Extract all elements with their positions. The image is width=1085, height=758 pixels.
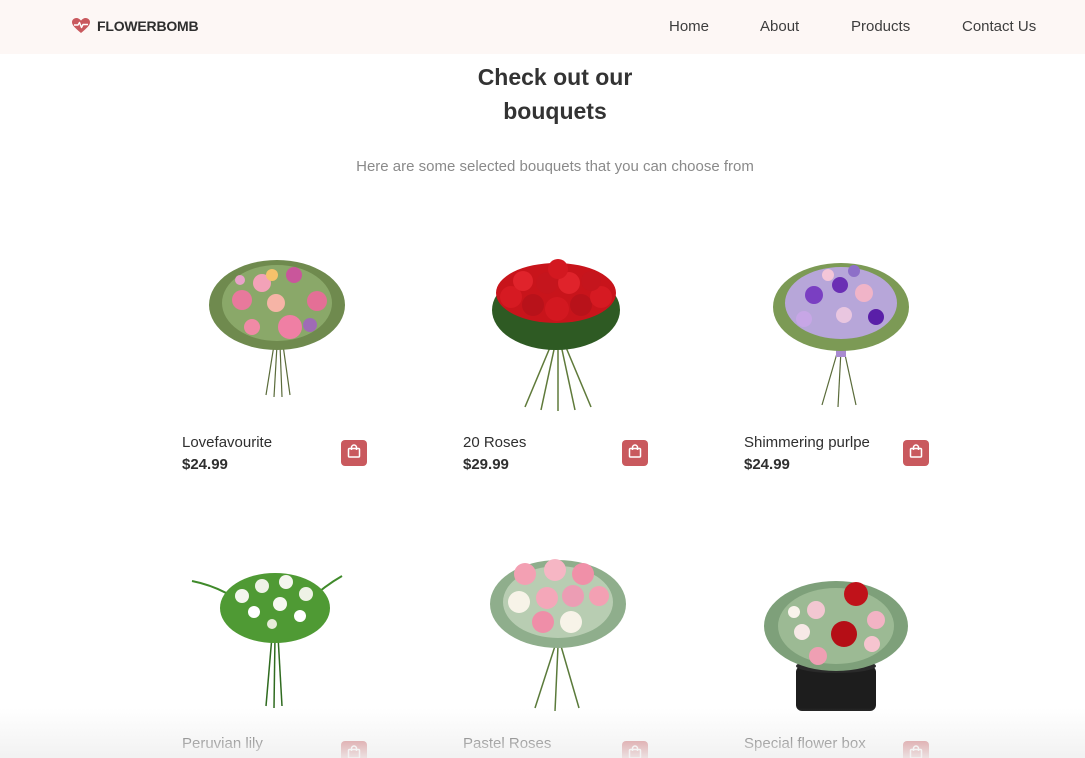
shopping-bag-icon (628, 744, 642, 758)
section-title: Check out our bouquets (0, 60, 1085, 128)
add-to-cart-button[interactable] (622, 440, 648, 466)
section-title-line-1: Check out our (477, 64, 633, 90)
product-image (191, 573, 343, 709)
section-title-line-2: bouquets (503, 98, 607, 124)
add-to-cart-button[interactable] (903, 440, 929, 466)
product-image (764, 581, 908, 711)
nav-products[interactable]: Products (851, 18, 910, 35)
add-to-cart-button[interactable] (903, 741, 929, 758)
section-subtitle: Here are some selected bouquets that you… (356, 158, 754, 175)
product-name: Lovefavourite (182, 434, 273, 451)
product-image (490, 559, 626, 712)
product-price: $29.99 (463, 456, 509, 473)
product-card[interactable]: Peruvian lily (182, 546, 372, 758)
navbar: FLOWERBOMB Home About Products Contact U… (0, 0, 1085, 54)
product-name: 20 Roses (463, 434, 527, 451)
add-to-cart-button[interactable] (622, 741, 648, 758)
product-image (492, 259, 620, 411)
nav-about[interactable]: About (760, 18, 799, 35)
brand-logo[interactable]: FLOWERBOMB (72, 18, 199, 34)
product-card[interactable]: 20 Roses $29.99 (463, 245, 653, 485)
add-to-cart-button[interactable] (341, 741, 367, 758)
product-name: Pastel Roses (463, 735, 552, 752)
product-card[interactable]: Lovefavourite $24.99 (182, 245, 372, 485)
product-name: Peruvian lily (182, 735, 263, 752)
product-image (773, 263, 909, 408)
product-name: Shimmering purlpe (744, 434, 870, 451)
product-price: $24.99 (182, 456, 228, 473)
shopping-bag-icon (909, 443, 923, 463)
nav-home[interactable]: Home (669, 18, 709, 35)
nav-contact-us[interactable]: Contact Us (962, 18, 1036, 35)
product-card[interactable]: Pastel Roses (463, 546, 653, 758)
product-card[interactable]: Shimmering purlpe $24.99 (744, 245, 934, 485)
shopping-bag-icon (909, 744, 923, 758)
add-to-cart-button[interactable] (341, 440, 367, 466)
product-card[interactable]: Special flower box (744, 546, 934, 758)
product-price: $24.99 (744, 456, 790, 473)
product-image (209, 260, 345, 398)
shopping-bag-icon (628, 443, 642, 463)
product-name: Special flower box (744, 735, 866, 752)
heart-pulse-icon (72, 18, 90, 34)
shopping-bag-icon (347, 443, 361, 463)
shopping-bag-icon (347, 744, 361, 758)
brand-name: FLOWERBOMB (97, 18, 199, 34)
